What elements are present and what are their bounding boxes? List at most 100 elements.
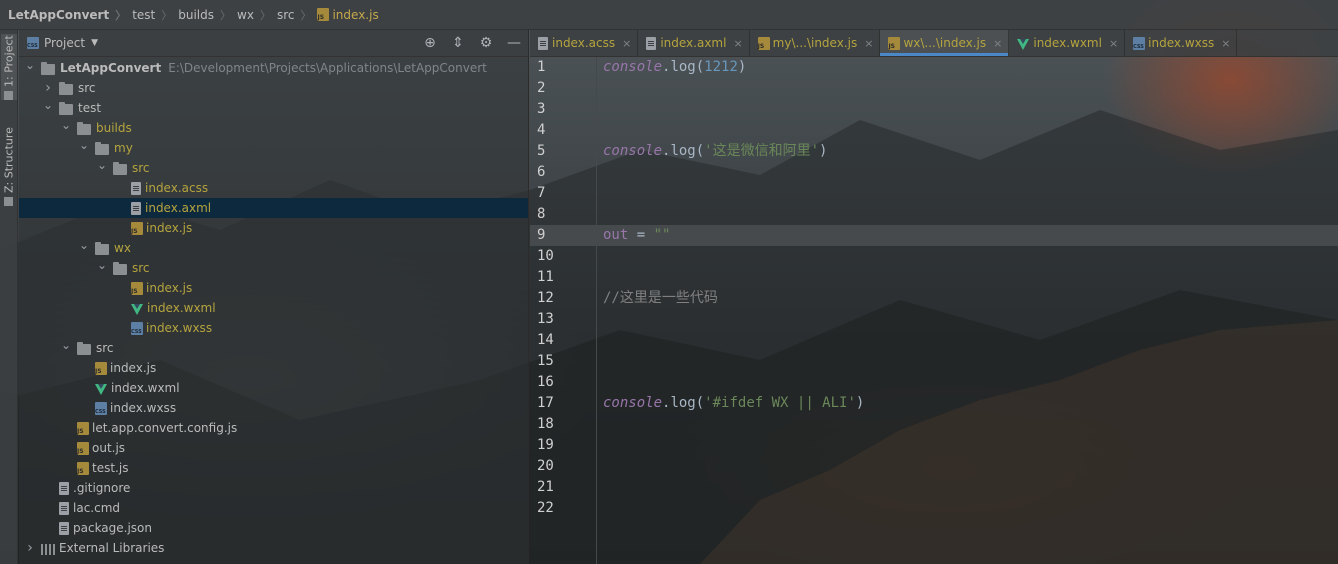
gear-icon[interactable]: ⚙ bbox=[472, 30, 500, 57]
tree-row[interactable]: index.acss bbox=[19, 178, 528, 198]
chevron-down-icon[interactable]: ⌄ bbox=[95, 158, 109, 172]
project-icon bbox=[4, 91, 14, 100]
editor-tab[interactable]: index.axml × bbox=[638, 30, 750, 56]
chevron-down-icon[interactable]: ⌄ bbox=[41, 98, 55, 112]
editor-tab[interactable]: my\...\index.js × bbox=[750, 30, 881, 56]
line-number: 4 bbox=[537, 122, 546, 138]
code-line[interactable] bbox=[597, 414, 1338, 435]
tree-row[interactable]: index.wxss bbox=[19, 318, 528, 338]
tree-row[interactable]: ⌄ LetAppConvert E:\Development\Projects\Ap… bbox=[19, 58, 528, 78]
chevron-down-icon[interactable]: ⌄ bbox=[59, 338, 73, 352]
tree-row[interactable]: index.wxml bbox=[19, 298, 528, 318]
chevron-down-icon[interactable]: ⌄ bbox=[95, 258, 109, 272]
editor-tab[interactable]: wx\...\index.js × bbox=[880, 30, 1010, 56]
code-line[interactable] bbox=[597, 372, 1338, 393]
code-line[interactable] bbox=[597, 246, 1338, 267]
close-icon[interactable]: × bbox=[1221, 37, 1230, 50]
breadcrumb-item-builds[interactable]: builds 〉 bbox=[178, 7, 237, 23]
tree-row[interactable]: let.app.convert.config.js bbox=[19, 418, 528, 438]
tree-row[interactable]: index.js bbox=[19, 358, 528, 378]
code-token: .log( bbox=[662, 395, 705, 411]
line-number: 3 bbox=[537, 101, 546, 117]
breadcrumb-item-test[interactable]: test 〉 bbox=[132, 7, 178, 23]
code-line[interactable]: console.log(1212) bbox=[597, 57, 1338, 78]
code-line[interactable] bbox=[597, 204, 1338, 225]
structure-tool-tab[interactable]: Z: Structure bbox=[1, 120, 17, 206]
dropdown-caret-icon[interactable]: ▼ bbox=[91, 38, 98, 48]
tree-row[interactable]: index.js bbox=[19, 218, 528, 238]
js-file-icon bbox=[77, 441, 89, 455]
code-line[interactable] bbox=[597, 267, 1338, 288]
project-tool-tab[interactable]: 1: Project bbox=[1, 34, 17, 100]
breadcrumb-item-project[interactable]: LetAppConvert 〉 bbox=[8, 7, 132, 23]
tree-row[interactable]: index.wxss bbox=[19, 398, 528, 418]
project-panel-title[interactable]: Project bbox=[44, 36, 85, 50]
close-icon[interactable]: × bbox=[993, 37, 1002, 50]
js-file-icon bbox=[888, 36, 901, 50]
tree-row[interactable]: ⌄ src bbox=[19, 158, 528, 178]
code-line[interactable]: console.log('这是微信和阿里') bbox=[597, 141, 1338, 162]
chevron-down-icon[interactable]: ⌄ bbox=[77, 238, 91, 252]
file-icon bbox=[538, 36, 548, 50]
chevron-right-icon[interactable]: › bbox=[23, 540, 37, 556]
tree-row[interactable]: ⌄ builds bbox=[19, 118, 528, 138]
code-token: '这是微信和阿里' bbox=[704, 143, 820, 159]
code-line[interactable] bbox=[597, 477, 1338, 498]
tree-row[interactable]: ⌄ src bbox=[19, 338, 528, 358]
tree-row-label: index.axml bbox=[145, 201, 212, 215]
breadcrumb-label: index.js bbox=[332, 7, 379, 22]
tree-row[interactable]: › External Libraries bbox=[19, 538, 528, 558]
code-line[interactable]: console.log('#ifdef WX || ALI') bbox=[597, 393, 1338, 414]
line-number: 22 bbox=[537, 500, 554, 516]
close-icon[interactable]: × bbox=[733, 37, 742, 50]
code-area[interactable]: console.log(1212) console.log('这是微信和阿里')… bbox=[597, 57, 1338, 564]
chevron-right-icon[interactable]: › bbox=[41, 80, 55, 96]
code-line[interactable]: //这里是一些代码 bbox=[597, 288, 1338, 309]
breadcrumb-item-file[interactable]: index.js bbox=[317, 7, 379, 22]
tree-row[interactable]: out.js bbox=[19, 438, 528, 458]
close-icon[interactable]: × bbox=[1109, 37, 1118, 50]
tree-row[interactable]: index.wxml bbox=[19, 378, 528, 398]
breadcrumb-item-wx[interactable]: wx 〉 bbox=[237, 7, 277, 23]
code-line[interactable] bbox=[597, 309, 1338, 330]
chevron-down-icon[interactable]: ⌄ bbox=[77, 138, 91, 152]
tree-row[interactable]: package.json bbox=[19, 518, 528, 538]
code-line[interactable] bbox=[597, 162, 1338, 183]
chevron-down-icon[interactable]: ⌄ bbox=[59, 118, 73, 132]
line-number: 6 bbox=[537, 164, 546, 180]
editor-tab[interactable]: index.acss × bbox=[530, 30, 639, 56]
tree-row[interactable]: › src bbox=[19, 78, 528, 98]
close-icon[interactable]: × bbox=[622, 37, 631, 50]
locate-file-icon[interactable]: ⊕ bbox=[416, 30, 444, 57]
tree-row-label: index.wxml bbox=[111, 381, 180, 395]
tree-row[interactable]: index.axml bbox=[19, 198, 528, 218]
code-line[interactable] bbox=[597, 456, 1338, 477]
chevron-down-icon[interactable]: ⌄ bbox=[23, 58, 37, 72]
code-line[interactable] bbox=[597, 351, 1338, 372]
line-number: 8 bbox=[537, 206, 546, 222]
code-line[interactable] bbox=[597, 78, 1338, 99]
chevron-right-icon: 〉 bbox=[259, 8, 271, 22]
code-line[interactable] bbox=[597, 99, 1338, 120]
tree-row[interactable]: index.js bbox=[19, 278, 528, 298]
tree-row[interactable]: ⌄ wx bbox=[19, 238, 528, 258]
tree-row[interactable]: lac.cmd bbox=[19, 498, 528, 518]
collapse-all-icon[interactable]: ⇕ bbox=[444, 30, 472, 57]
tree-row[interactable]: .gitignore bbox=[19, 478, 528, 498]
minimize-icon[interactable]: — bbox=[500, 30, 528, 57]
editor-tab[interactable]: index.wxss × bbox=[1125, 30, 1238, 56]
code-token: "" bbox=[653, 227, 671, 243]
tree-row[interactable]: test.js bbox=[19, 458, 528, 478]
tree-row[interactable]: ⌄ my bbox=[19, 138, 528, 158]
code-line[interactable] bbox=[597, 435, 1338, 456]
code-line[interactable]: out = "" bbox=[597, 225, 1338, 246]
code-line[interactable] bbox=[597, 330, 1338, 351]
code-line[interactable] bbox=[597, 498, 1338, 519]
close-icon[interactable]: × bbox=[864, 37, 873, 50]
editor-tab[interactable]: index.wxml × bbox=[1009, 30, 1126, 56]
code-line[interactable] bbox=[597, 183, 1338, 204]
breadcrumb-item-src[interactable]: src 〉 bbox=[277, 7, 318, 23]
code-line[interactable] bbox=[597, 120, 1338, 141]
tree-row[interactable]: ⌄ src bbox=[19, 258, 528, 278]
tree-row[interactable]: ⌄ test bbox=[19, 98, 528, 118]
